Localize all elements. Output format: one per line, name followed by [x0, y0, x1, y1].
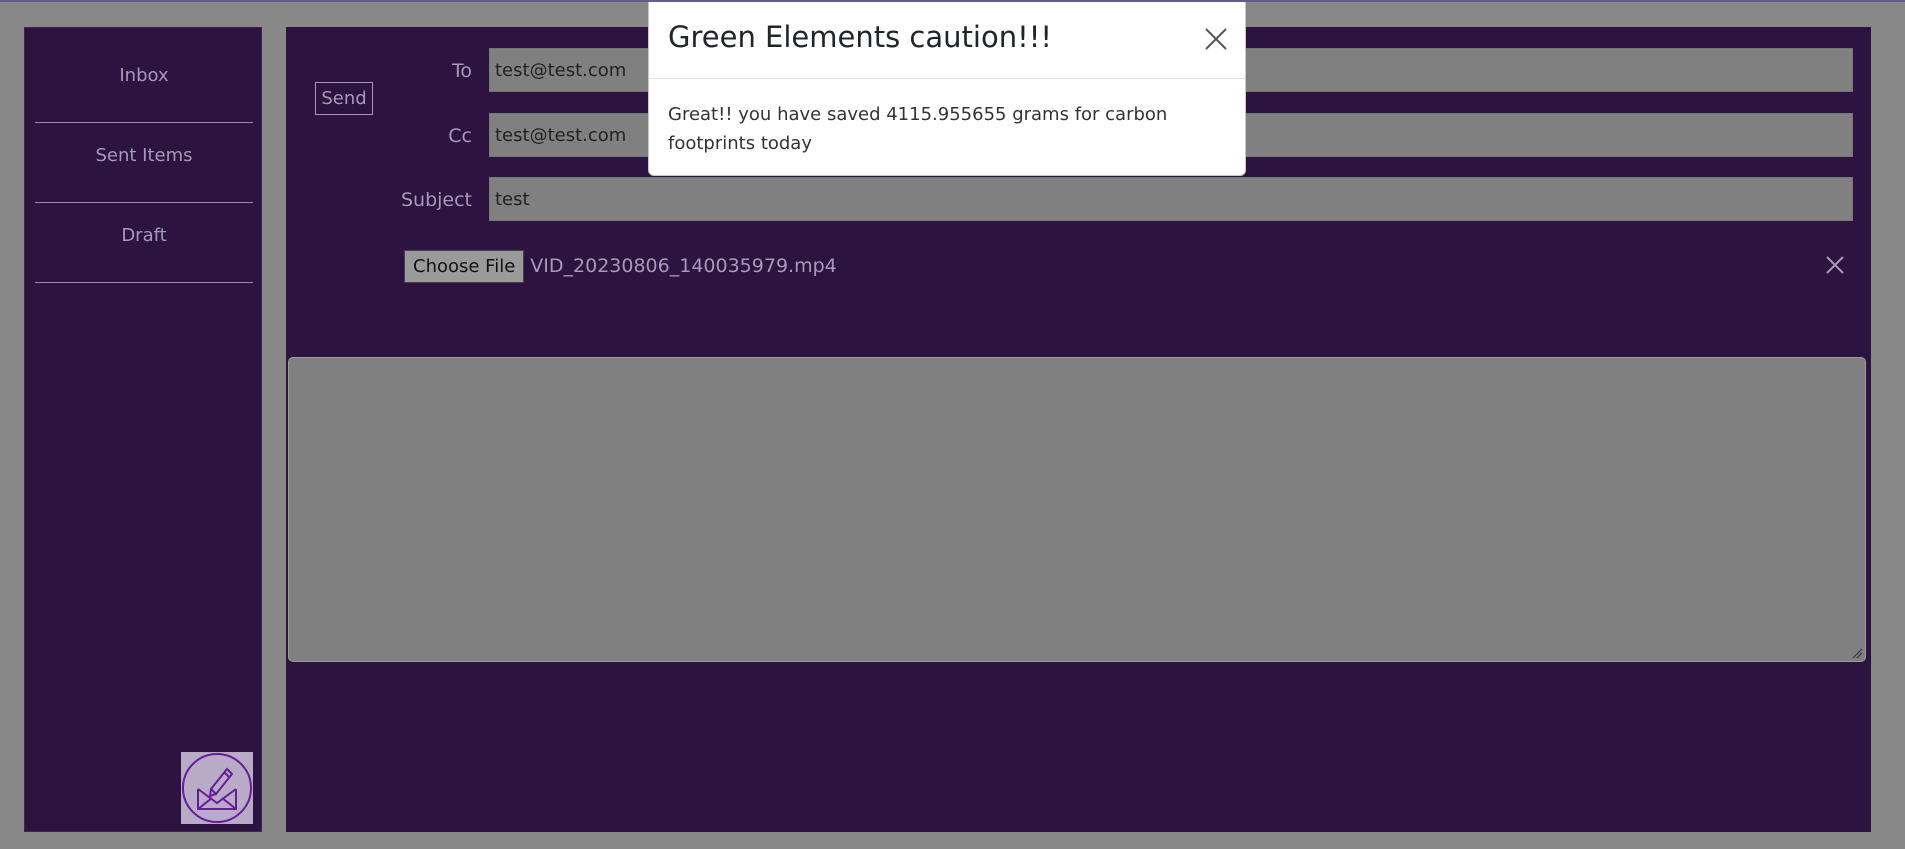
modal-header: Green Elements caution!!!: [649, 2, 1245, 79]
attached-file-name: VID_20230806_140035979.mp4: [530, 255, 837, 277]
compose-button[interactable]: [181, 752, 253, 824]
sidebar-item-draft[interactable]: Draft: [35, 204, 253, 283]
sidebar: Inbox Sent Items Draft: [24, 27, 262, 832]
sidebar-item-label: Inbox: [119, 65, 169, 86]
resize-handle-icon[interactable]: [1851, 647, 1863, 659]
attachment-row: Choose File VID_20230806_140035979.mp4: [404, 249, 837, 283]
close-icon[interactable]: [1203, 26, 1229, 52]
modal-title: Green Elements caution!!!: [668, 20, 1052, 54]
remove-attachment-close-icon[interactable]: [1823, 253, 1847, 277]
message-body-textarea[interactable]: [288, 357, 1866, 662]
cc-label: Cc: [448, 125, 472, 147]
sidebar-item-inbox[interactable]: Inbox: [35, 44, 253, 123]
sidebar-item-label: Sent Items: [95, 145, 193, 166]
choose-file-button[interactable]: Choose File: [404, 249, 525, 283]
sidebar-item-label: Draft: [121, 225, 167, 246]
page: Inbox Sent Items Draft Send To test@test…: [0, 0, 1905, 849]
envelope-pen-icon: [182, 753, 252, 823]
caution-modal: Green Elements caution!!! Great!! you ha…: [648, 2, 1246, 176]
subject-field[interactable]: test: [489, 177, 1853, 221]
modal-message: Great!! you have saved 4115.955655 grams…: [668, 104, 1168, 154]
to-label: To: [451, 60, 472, 82]
subject-label: Subject: [400, 189, 472, 211]
sidebar-item-sent-items[interactable]: Sent Items: [35, 124, 253, 203]
send-button[interactable]: Send: [315, 82, 373, 115]
